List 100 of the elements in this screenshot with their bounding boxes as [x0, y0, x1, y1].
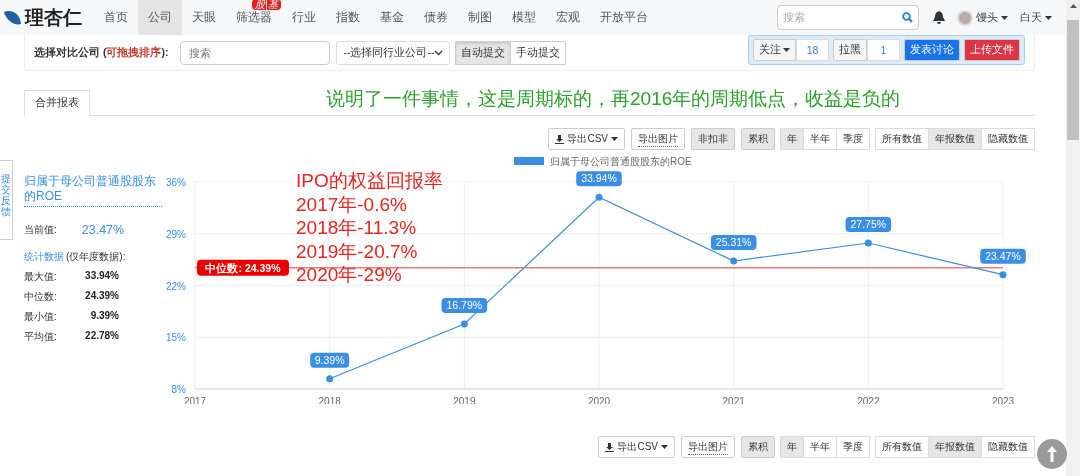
- nav-item[interactable]: 宏观: [546, 0, 590, 35]
- period-button[interactable]: 半年: [803, 128, 837, 150]
- nav-item[interactable]: 公司: [138, 0, 182, 35]
- axis-label: 29%: [166, 228, 186, 240]
- period-button[interactable]: 季度: [836, 128, 870, 150]
- search-icon: [902, 12, 913, 23]
- ref-line-label: 中位数: 24.39%: [205, 261, 282, 274]
- period-button[interactable]: 年: [780, 436, 804, 458]
- value-mode-button[interactable]: 年报数值: [928, 436, 982, 458]
- avatar: [957, 9, 973, 26]
- nav-item[interactable]: 首页: [94, 0, 138, 35]
- caret-icon: [783, 47, 790, 52]
- current-value: 23.47%: [81, 223, 125, 237]
- follow-button[interactable]: 关注: [753, 38, 796, 61]
- period-button[interactable]: 半年: [803, 436, 837, 458]
- value-mode-button[interactable]: 隐藏数值: [981, 436, 1035, 458]
- stats-note: (仅年度数据):: [66, 250, 126, 264]
- nav-item[interactable]: 开放平台: [590, 0, 658, 35]
- median-label: 中位数: 24.39%: [197, 259, 289, 276]
- peer-select[interactable]: --选择同行业公司--: [336, 40, 451, 65]
- metric-title[interactable]: 归属于母公司普通股股东的ROE: [24, 174, 162, 207]
- stat-value: 24.39%: [85, 290, 119, 303]
- nav-item[interactable]: 天眼: [182, 0, 226, 35]
- value-label: 16.79%: [441, 298, 488, 313]
- upload-button[interactable]: 上传文件: [964, 38, 1020, 61]
- follow-count: 18: [796, 38, 829, 61]
- axis-label: 8%: [171, 384, 186, 395]
- submit-mode-button[interactable]: 手动提交: [510, 40, 567, 65]
- stat-value: 22.78%: [85, 330, 119, 343]
- stat-value: 9.39%: [90, 310, 119, 323]
- value-label: 23.47%: [980, 248, 1026, 264]
- value-label: 27.75%: [845, 217, 892, 232]
- leaf-icon: [4, 9, 22, 26]
- nav-item[interactable]: 模型: [502, 0, 546, 35]
- compare-label: 选择对比公司 (可拖拽排序):: [34, 45, 169, 60]
- toggle-button[interactable]: 累积: [741, 436, 775, 458]
- legend-label: 归属于母公司普通股股东的ROE: [550, 156, 692, 167]
- chevron-icon: [434, 49, 444, 56]
- data-point[interactable]: [595, 193, 603, 201]
- data-point[interactable]: [460, 320, 468, 328]
- discuss-button[interactable]: 发表讨论: [904, 38, 960, 61]
- stats-title[interactable]: 统计数据: [24, 250, 64, 264]
- stat-label: 中位数:: [24, 290, 57, 304]
- export-csv-button[interactable]: 导出CSV: [548, 128, 625, 150]
- report-tab[interactable]: 合并报表: [24, 90, 90, 116]
- logo[interactable]: 理杏仁: [4, 4, 82, 31]
- back-to-top-button[interactable]: [1037, 439, 1067, 469]
- nav-item[interactable]: 股|基 筛选器: [226, 0, 282, 35]
- nav-item[interactable]: 基金: [370, 0, 414, 35]
- axis-label: 15%: [166, 332, 186, 344]
- theme-menu[interactable]: 白天: [1020, 10, 1052, 25]
- data-point[interactable]: [326, 375, 334, 383]
- value-mode-button[interactable]: 隐藏数值: [981, 128, 1035, 150]
- export-image-button[interactable]: 导出图片: [681, 436, 735, 458]
- download-icon: [555, 134, 565, 144]
- annotation-text: IPO的权益回报率 2017年-0.6% 2018年-11.3% 2019年-20.7% 2020年-29%: [296, 169, 443, 287]
- scroll-up-icon[interactable]: [1069, 4, 1077, 8]
- current-label: 当前值:: [24, 223, 57, 237]
- download-icon: [605, 442, 615, 452]
- block-count: 1: [867, 38, 900, 61]
- block-button[interactable]: 拉黑: [833, 38, 867, 61]
- nav-item[interactable]: 债券: [414, 0, 458, 35]
- scrollbar-thumb[interactable]: [1067, 20, 1079, 140]
- stat-label: 最小值:: [24, 310, 57, 324]
- annotation-text: 说明了一件事情，这是周期标的，再2016年的周期低点，收益是负的: [326, 87, 901, 111]
- axis-label: 22%: [166, 280, 186, 292]
- export-image-button[interactable]: 导出图片: [631, 128, 685, 150]
- toggle-button[interactable]: 非扣非: [691, 128, 735, 150]
- export-csv-button[interactable]: 导出CSV: [598, 436, 675, 458]
- user-menu[interactable]: 馒头: [957, 9, 1008, 26]
- value-label: 9.39%: [310, 352, 350, 368]
- feedback-tab[interactable]: 提交反馈: [0, 160, 13, 240]
- stat-value: 33.94%: [85, 270, 119, 283]
- data-point[interactable]: [864, 239, 872, 247]
- data-point[interactable]: [999, 271, 1007, 279]
- caret-icon: [1001, 15, 1008, 20]
- period-button[interactable]: 季度: [836, 436, 870, 458]
- value-mode-button[interactable]: 年报数值: [928, 128, 982, 150]
- submit-mode-button[interactable]: 自动提交: [455, 40, 512, 65]
- data-point[interactable]: [730, 257, 738, 265]
- stat-label: 最大值:: [24, 270, 57, 284]
- value-label: 33.94%: [576, 171, 622, 187]
- chart-legend[interactable]: 归属于母公司普通股股东的ROE: [514, 156, 692, 167]
- value-mode-button[interactable]: 所有数值: [875, 436, 929, 458]
- arrow-up-icon: [1047, 446, 1057, 462]
- caret-icon: [611, 137, 618, 141]
- caret-icon: [661, 445, 668, 449]
- period-button[interactable]: 年: [780, 128, 804, 150]
- stat-label: 平均值:: [24, 330, 57, 344]
- nav-item[interactable]: 制图: [458, 0, 502, 35]
- nav-item[interactable]: 指数: [326, 0, 370, 35]
- caret-icon: [1045, 15, 1052, 20]
- value-label: 25.31%: [710, 235, 757, 251]
- axis-label: 36%: [166, 177, 186, 188]
- nav-item[interactable]: 行业: [282, 0, 326, 35]
- toggle-button[interactable]: 累积: [741, 128, 775, 150]
- bell-icon[interactable]: [933, 11, 945, 24]
- compare-search-field[interactable]: 搜索: [180, 40, 331, 65]
- value-mode-button[interactable]: 所有数值: [875, 128, 929, 150]
- nav-badge: 股|基: [252, 0, 281, 10]
